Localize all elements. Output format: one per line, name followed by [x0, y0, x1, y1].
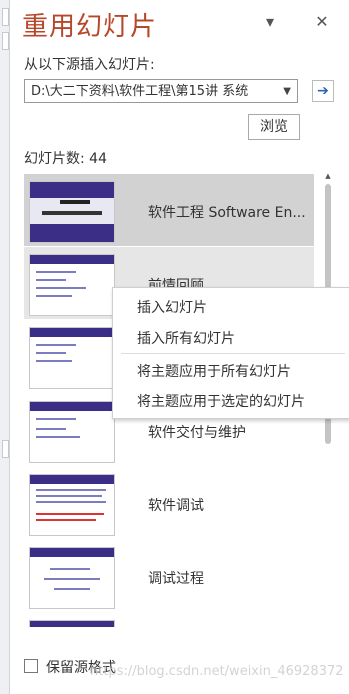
slide-item[interactable] — [24, 613, 314, 627]
slide-thumbnail — [29, 327, 115, 389]
menu-insert-slide[interactable]: 插入幻灯片 — [113, 294, 349, 322]
close-icon[interactable]: ✕ — [312, 12, 332, 32]
slide-thumbnail — [29, 620, 115, 627]
watermark: https://blog.csdn.net/weixin_46928372 — [90, 664, 344, 679]
slide-title: 软件调试 — [148, 498, 204, 514]
slide-thumbnail — [29, 474, 115, 536]
slide-thumbnail — [29, 547, 115, 609]
source-path-value: D:\大二下资料\软件工程\第15讲 系统 — [31, 84, 249, 99]
menu-apply-theme-selected[interactable]: 将主题应用于选定的幻灯片 — [113, 388, 349, 416]
slide-thumbnail — [29, 254, 115, 316]
menu-insert-all-slides[interactable]: 插入所有幻灯片 — [113, 325, 349, 353]
pane-title: 重用幻灯片 — [22, 12, 158, 42]
keep-source-format-checkbox[interactable] — [24, 659, 38, 673]
slide-thumbnail — [29, 401, 115, 463]
browse-button[interactable]: 浏览 — [248, 114, 300, 140]
source-label: 从以下源插入幻灯片: — [24, 57, 155, 73]
chevron-down-icon[interactable]: ▾ — [260, 12, 280, 32]
left-edge-strip — [0, 0, 10, 694]
slide-title: 调试过程 — [148, 571, 204, 587]
arrow-right-icon[interactable]: ➔ — [312, 80, 334, 102]
slide-item[interactable]: 调试过程 — [24, 540, 314, 612]
menu-apply-theme-all[interactable]: 将主题应用于所有幻灯片 — [113, 358, 349, 386]
slide-item[interactable]: 软件调试 — [24, 467, 314, 539]
ruler-mark — [2, 8, 9, 26]
context-menu: 插入幻灯片 插入所有幻灯片 将主题应用于所有幻灯片 将主题应用于选定的幻灯片 — [112, 287, 349, 419]
menu-divider — [121, 353, 345, 354]
ruler-mark — [2, 440, 9, 458]
slide-item[interactable]: 软件工程 Software En... — [24, 174, 314, 246]
slide-title: 软件交付与维护 — [148, 425, 246, 441]
ruler-mark — [2, 32, 9, 50]
slide-title: 软件工程 Software En... — [148, 205, 306, 221]
source-path-combobox[interactable]: D:\大二下资料\软件工程\第15讲 系统 ▼ — [24, 79, 298, 103]
slide-thumbnail — [29, 181, 115, 243]
scroll-up-icon[interactable]: ▲ — [324, 172, 332, 180]
slide-count: 幻灯片数: 44 — [24, 151, 107, 167]
dropdown-arrow-icon[interactable]: ▼ — [283, 80, 291, 102]
